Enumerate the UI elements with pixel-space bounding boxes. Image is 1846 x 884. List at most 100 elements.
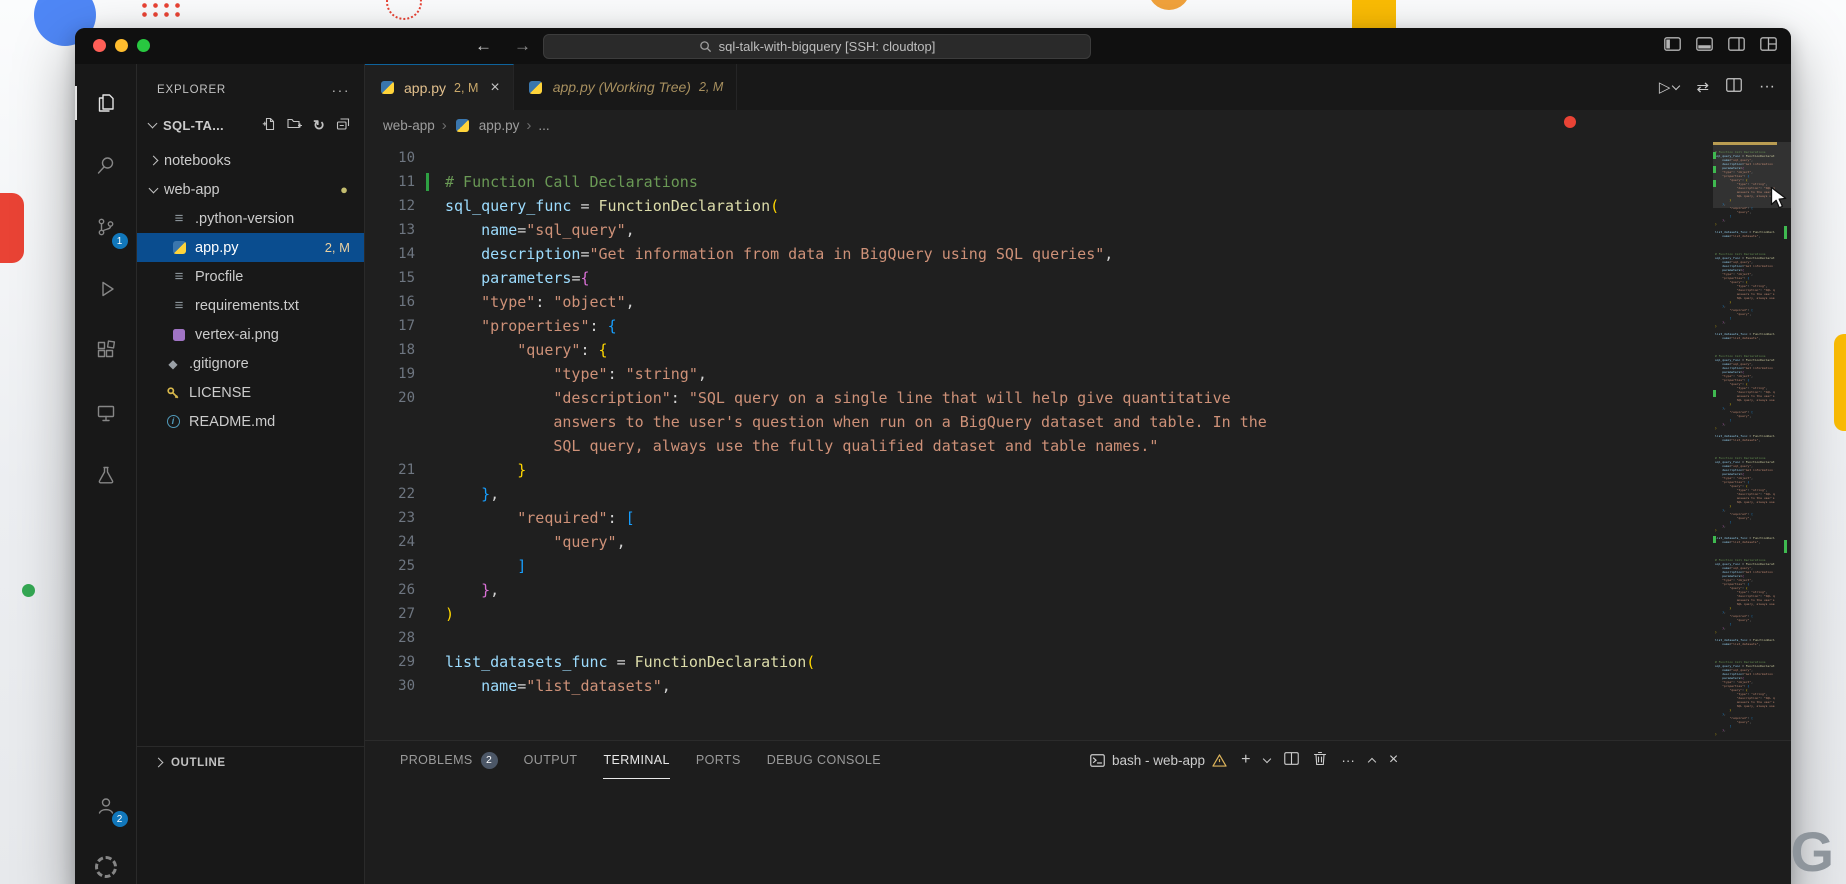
code-row[interactable]: 19 "type": "string",	[365, 362, 1713, 386]
code-row[interactable]: 29 list_datasets_func = FunctionDeclarati…	[365, 650, 1713, 674]
kill-terminal-icon[interactable]	[1313, 751, 1327, 769]
deco-red-dots	[142, 0, 186, 21]
split-terminal-icon[interactable]	[1284, 752, 1300, 768]
tree-item-.python-version[interactable]: ≡ .python-version	[137, 204, 364, 233]
code-row[interactable]: 21 }	[365, 458, 1713, 482]
license-file-icon	[164, 386, 182, 400]
panel-more-actions-icon[interactable]: ···	[1341, 753, 1355, 768]
chevron-right-icon	[153, 757, 164, 768]
zoom-window-button[interactable]	[137, 39, 150, 52]
code-row[interactable]: 12 sql_query_func = FunctionDeclaration(	[365, 194, 1713, 218]
tree-item-README.md[interactable]: i README.md	[137, 407, 364, 436]
code-row[interactable]: 10	[365, 146, 1713, 170]
code-text: "required": [	[517, 509, 635, 527]
tree-item-Procfile[interactable]: ≡ Procfile	[137, 262, 364, 291]
sidebar-more-actions-icon[interactable]: ···	[332, 82, 351, 98]
code-row[interactable]: SQL query, always use the fully qualifie…	[365, 434, 1713, 458]
close-panel-icon[interactable]: ×	[1389, 751, 1398, 769]
refresh-explorer-icon[interactable]: ↻	[313, 118, 325, 132]
breadcrumb-folder[interactable]: web-app	[383, 118, 435, 133]
tree-item-LICENSE[interactable]: LICENSE	[137, 378, 364, 407]
code-text: description="Get information from data i…	[481, 245, 1114, 263]
breadcrumb-file[interactable]: app.py	[479, 118, 520, 133]
panel-tab-debug-console[interactable]: DEBUG CONSOLE	[767, 741, 881, 779]
code-row[interactable]: 13 name="sql_query",	[365, 218, 1713, 242]
panel-tab-problems[interactable]: PROBLEMS 2	[400, 741, 498, 779]
code-row[interactable]: 26 },	[365, 578, 1713, 602]
line-number: 28	[398, 630, 415, 646]
explorer-activity-icon[interactable]	[75, 72, 137, 134]
gutter	[415, 530, 445, 554]
code-row[interactable]: 16 "type": "object",	[365, 290, 1713, 314]
tree-item-.gitignore[interactable]: ◆ .gitignore	[137, 349, 364, 378]
run-python-file-button[interactable]: ▷	[1659, 78, 1681, 96]
forward-button[interactable]: →	[514, 36, 531, 56]
editor-more-actions-icon[interactable]: ···	[1759, 78, 1775, 96]
close-tab-icon[interactable]: ×	[490, 79, 499, 97]
source-control-activity-icon[interactable]: 1	[75, 196, 137, 258]
run-debug-activity-icon[interactable]	[75, 258, 137, 320]
toggle-sidebar-icon[interactable]	[1664, 36, 1681, 56]
code-row[interactable]: 14 description="Get information from dat…	[365, 242, 1713, 266]
minimap[interactable]: # Function Call Declarations sql_query_fu…	[1713, 140, 1791, 740]
editor-tab[interactable]: app.py (Working Tree) 2, M	[514, 64, 738, 110]
remote-explorer-activity-icon[interactable]	[75, 382, 137, 444]
command-center[interactable]: sql-talk-with-bigquery [SSH: cloudtop]	[543, 34, 1091, 59]
open-changes-icon[interactable]: ⇄	[1696, 78, 1709, 96]
project-root[interactable]: SQL-TA... ↻	[137, 112, 364, 138]
code-area[interactable]: 10 11 # Function Call Declarations 12 sql_qu…	[365, 140, 1713, 740]
chevron-right-icon	[148, 155, 159, 166]
gutter	[415, 626, 445, 650]
tree-item-web-app[interactable]: web-app ●	[137, 175, 364, 204]
new-file-icon[interactable]	[262, 117, 276, 134]
gutter	[415, 434, 445, 458]
panel-tab-output[interactable]: OUTPUT	[524, 741, 578, 779]
code-row[interactable]: 28	[365, 626, 1713, 650]
terminal-instance[interactable]: bash - web-app	[1090, 753, 1227, 768]
collapse-folders-icon[interactable]	[336, 117, 350, 134]
breadcrumb-symbol[interactable]: ...	[538, 118, 549, 133]
outline-section[interactable]: OUTLINE	[137, 746, 364, 778]
code-row[interactable]: 20 "description": "SQL query on a single…	[365, 386, 1713, 410]
search-activity-icon[interactable]	[75, 134, 137, 196]
tree-item-vertex-ai.png[interactable]: vertex-ai.png	[137, 320, 364, 349]
code-row[interactable]: 24 "query",	[365, 530, 1713, 554]
close-window-button[interactable]	[93, 39, 106, 52]
toggle-secondary-sidebar-icon[interactable]	[1728, 36, 1745, 56]
split-editor-icon[interactable]	[1726, 77, 1742, 97]
code-row[interactable]: 25 ]	[365, 554, 1713, 578]
code-row[interactable]: 15 parameters={	[365, 266, 1713, 290]
terminal-dropdown-icon[interactable]	[1263, 754, 1272, 763]
code-row[interactable]: 22 },	[365, 482, 1713, 506]
code-row[interactable]: answers to the user's question when run …	[365, 410, 1713, 434]
code-row[interactable]: 27)	[365, 602, 1713, 626]
panel-tab-ports[interactable]: PORTS	[696, 741, 741, 779]
toggle-panel-icon[interactable]	[1696, 36, 1713, 56]
extensions-activity-icon[interactable]	[75, 320, 137, 382]
maximize-panel-icon[interactable]	[1367, 757, 1377, 766]
code-row[interactable]: 11 # Function Call Declarations	[365, 170, 1713, 194]
tree-item-notebooks[interactable]: notebooks	[137, 146, 364, 175]
code-row[interactable]: 30 name="list_datasets",	[365, 674, 1713, 698]
back-button[interactable]: ←	[475, 36, 492, 56]
code-row[interactable]: 18 "query": {	[365, 338, 1713, 362]
line-number: 15	[398, 270, 415, 286]
code-row[interactable]: 23 "required": [	[365, 506, 1713, 530]
testing-activity-icon[interactable]	[75, 444, 137, 506]
editor-tab[interactable]: app.py 2, M ×	[365, 64, 514, 110]
deco-dotted-ring	[386, 0, 422, 20]
new-terminal-icon[interactable]: +	[1241, 751, 1250, 769]
accounts-icon[interactable]: 2	[75, 774, 137, 836]
minimize-window-button[interactable]	[115, 39, 128, 52]
settings-gear-icon[interactable]	[75, 836, 137, 884]
panel-tab-terminal[interactable]: TERMINAL	[603, 741, 669, 779]
tree-item-app.py[interactable]: app.py 2, M	[137, 233, 364, 262]
new-folder-icon[interactable]	[287, 117, 302, 133]
gutter	[415, 674, 445, 698]
tree-item-requirements.txt[interactable]: ≡ requirements.txt	[137, 291, 364, 320]
code-row[interactable]: 17 "properties": {	[365, 314, 1713, 338]
deco-teal-dot	[22, 584, 35, 597]
tab-bar: app.py 2, M × app.py (Working Tree) 2, M ▷ ⇄…	[365, 64, 1791, 110]
customize-layout-icon[interactable]	[1760, 36, 1777, 56]
chevron-separator-icon: ›	[441, 116, 447, 134]
